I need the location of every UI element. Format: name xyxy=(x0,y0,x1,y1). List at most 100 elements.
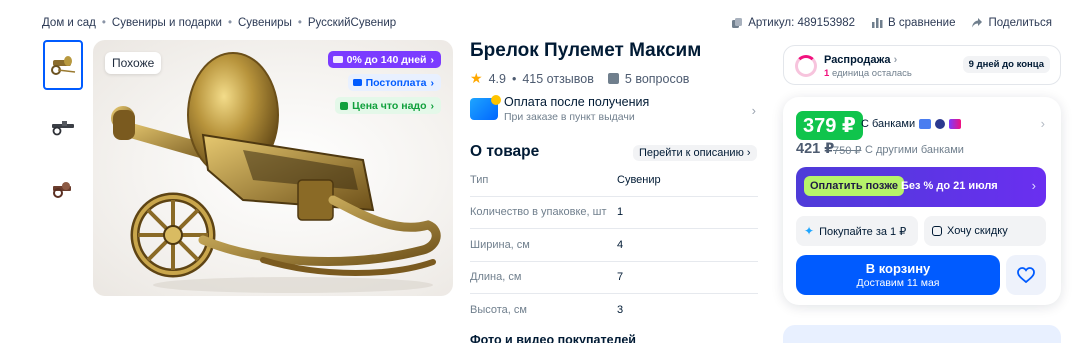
good-price-badge-label: Цена что надо xyxy=(352,99,427,112)
thumbnail-3[interactable] xyxy=(43,164,83,214)
pay-later-text: Без % до 21 июля xyxy=(901,180,998,192)
spec-value: 3 xyxy=(617,304,624,317)
want-discount-label: Хочу скидку xyxy=(947,225,1008,237)
sale-timer-icon xyxy=(795,55,817,77)
pay-after-receipt[interactable]: Оплата после получения При заказе в пунк… xyxy=(470,95,760,129)
spec-key: Количество в упаковке, шт xyxy=(470,206,607,219)
card-price: 379 ₽ xyxy=(796,111,863,140)
installment-badge[interactable]: 0% до 140 дней › xyxy=(327,51,441,68)
star-icon: ★ xyxy=(470,70,483,86)
chevron-right-icon: › xyxy=(430,53,435,66)
delivery-date: Доставим 11 мая xyxy=(856,277,940,289)
compare-button[interactable]: В сравнение xyxy=(871,17,955,29)
product-main-image[interactable]: Похоже 0% до 140 дней › Постоплата › Цен… xyxy=(93,40,453,296)
bottom-info-card[interactable] xyxy=(783,325,1061,343)
thumbnail-1[interactable] xyxy=(43,40,83,90)
breadcrumb-separator: • xyxy=(227,17,232,29)
question-icon xyxy=(607,73,619,84)
chevron-right-icon: › xyxy=(1031,178,1036,193)
breadcrumb-item[interactable]: Сувениры и подарки xyxy=(112,17,222,29)
rating-row: ★ 4.9 • 415 отзывов 5 вопросов xyxy=(470,70,689,87)
buy-box: 379 ₽ С банками › 421 ₽ 750 ₽ С другими … xyxy=(783,97,1061,305)
sale-stock: 1 единица осталась xyxy=(824,68,912,79)
thumbs-up-icon xyxy=(340,101,349,110)
share-icon xyxy=(972,18,983,28)
bank-logo-icon xyxy=(949,119,962,129)
questions-link[interactable]: 5 вопросов xyxy=(625,72,690,86)
spec-row: Тип Сувенир xyxy=(470,164,758,197)
payment-card-icon xyxy=(470,95,501,120)
sale-stock-count: 1 xyxy=(824,68,830,79)
compare-icon xyxy=(872,18,883,28)
postpay-icon xyxy=(352,79,362,86)
sale-days-left: 9 дней до конца xyxy=(962,56,1050,73)
card-icon xyxy=(332,56,343,63)
chevron-right-icon: › xyxy=(751,103,756,118)
chevron-right-icon: › xyxy=(890,54,898,66)
go-to-description-button[interactable]: Перейти к описанию › xyxy=(633,145,757,161)
breadcrumb-item[interactable]: Дом и сад xyxy=(42,17,96,29)
spec-value: 1 xyxy=(617,206,624,219)
heart-icon xyxy=(1017,267,1035,283)
good-price-badge[interactable]: Цена что надо › xyxy=(335,97,441,114)
spec-value: Сувенир xyxy=(617,173,661,186)
share-label: Поделиться xyxy=(988,17,1052,29)
spec-key: Длина, см xyxy=(470,271,522,284)
pay-later-button[interactable]: Оплатить позже xyxy=(804,176,904,196)
add-to-cart-button[interactable]: В корзину Доставим 11 мая xyxy=(796,255,1000,295)
copy-icon xyxy=(732,18,743,28)
chevron-right-icon: › xyxy=(746,147,751,159)
product-thumbnail-image xyxy=(53,182,71,198)
pay-after-receipt-title: Оплата после получения xyxy=(504,95,650,109)
buy-for-1-button[interactable]: ✦ Покупайте за 1 ₽ xyxy=(796,216,918,246)
product-meta: Артикул: 489153982 В сравнение Поделитьс… xyxy=(731,17,1052,29)
favorite-button[interactable] xyxy=(1006,255,1046,295)
similar-button[interactable]: Похоже xyxy=(105,52,162,74)
with-banks[interactable]: С банками xyxy=(861,118,962,130)
chevron-right-icon: › xyxy=(430,76,435,89)
installment-badge-label: 0% до 140 дней xyxy=(346,53,427,66)
customer-photos-heading: Фото и видео покупателей xyxy=(470,333,636,343)
spec-value: 7 xyxy=(617,271,624,284)
breadcrumb-separator: • xyxy=(101,17,106,29)
spec-row: Длина, см 7 xyxy=(470,262,758,294)
share-button[interactable]: Поделиться xyxy=(971,17,1052,29)
thumbnail-2[interactable] xyxy=(43,102,83,152)
want-discount-button[interactable]: Хочу скидку xyxy=(924,216,1046,246)
compare-label: В сравнение xyxy=(888,17,956,29)
specs-table: Тип Сувенир Количество в упаковке, шт 1 … xyxy=(470,164,758,327)
breadcrumb-item[interactable]: Сувениры xyxy=(238,17,292,29)
article-number[interactable]: Артикул: 489153982 xyxy=(731,17,855,29)
spec-value: 4 xyxy=(617,238,624,251)
article-label: Артикул: 489153982 xyxy=(748,17,856,29)
spec-key: Ширина, см xyxy=(470,238,530,251)
product-thumbnail-image xyxy=(52,121,74,136)
chevron-right-icon: › xyxy=(430,99,435,112)
breadcrumb-item[interactable]: РусскийСувенир xyxy=(308,17,396,29)
regular-price: 421 ₽ xyxy=(796,141,835,157)
pay-after-receipt-subtitle: При заказе в пункт выдачи xyxy=(504,111,635,123)
sparkle-icon: ✦ xyxy=(804,224,815,238)
rating-separator: • xyxy=(511,71,517,86)
buy-for-1-label: Покупайте за 1 ₽ xyxy=(819,225,907,238)
discount-tag-icon xyxy=(932,226,942,236)
add-to-cart-label: В корзину xyxy=(865,261,931,276)
sale-stock-text: единица осталась xyxy=(831,68,912,79)
rating-value: 4.9 xyxy=(488,71,506,86)
pay-later-banner[interactable]: Оплатить позже Без % до 21 июля › xyxy=(796,167,1046,207)
chevron-right-icon[interactable]: › xyxy=(1041,116,1045,131)
postpay-badge-label: Постоплата xyxy=(365,76,427,89)
reviews-link[interactable]: 415 отзывов xyxy=(522,72,594,86)
sale-title: Распродажа › xyxy=(824,54,897,66)
product-title: Брелок Пулемет Максим xyxy=(470,40,702,61)
spec-key: Высота, см xyxy=(470,304,527,317)
bank-logo-icon xyxy=(935,119,946,129)
sale-title-text: Распродажа xyxy=(824,54,891,66)
breadcrumb: Дом и сад • Сувениры и подарки • Сувенир… xyxy=(42,17,396,29)
about-heading: О товаре xyxy=(470,143,540,160)
bank-logo-icon xyxy=(919,119,932,129)
spec-row: Ширина, см 4 xyxy=(470,229,758,262)
postpay-badge[interactable]: Постоплата › xyxy=(347,74,441,91)
breadcrumb-separator: • xyxy=(297,17,302,29)
sale-card[interactable]: Распродажа › 1 единица осталась 9 дней д… xyxy=(783,45,1061,85)
